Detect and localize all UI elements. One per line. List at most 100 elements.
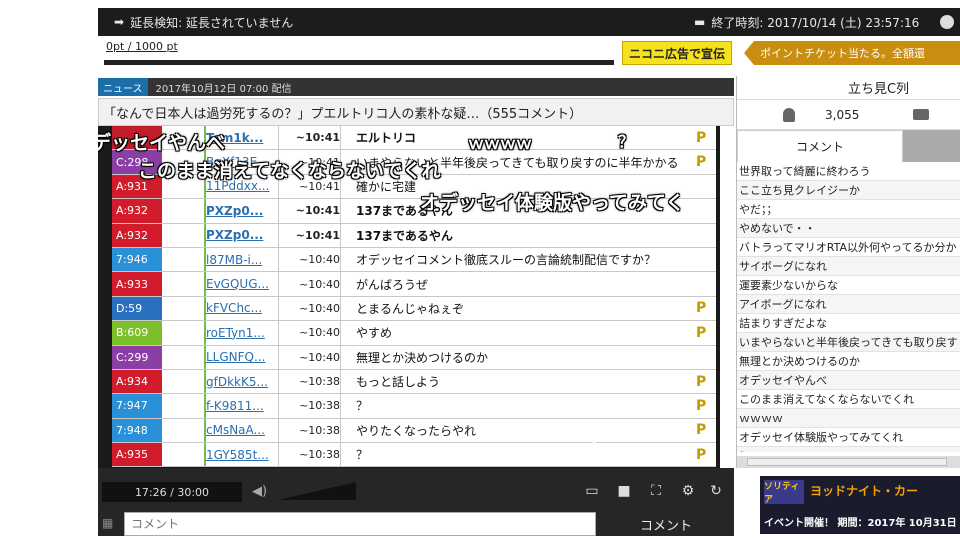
list-item[interactable]: サイボーグになれ: [737, 257, 960, 276]
row-divider: [204, 418, 206, 443]
comment-text: ？: [356, 448, 369, 463]
list-item[interactable]: いまやらないと半年後戻ってきても取り戻す: [737, 333, 960, 352]
comment-time: ~10:40: [299, 253, 340, 267]
comment-time: ~10:40: [299, 326, 340, 340]
viewer-count: 3,055: [825, 108, 860, 122]
user-id-link[interactable]: PXZp0...: [206, 204, 280, 218]
comment-text: オデッセイコメント徹底スルーの言論統制配信ですか？: [356, 253, 657, 268]
row-divider: [340, 394, 341, 418]
comment-time: ~10:40: [299, 277, 340, 291]
row-divider: [278, 418, 279, 443]
row-divider: [278, 443, 279, 467]
row-divider: [340, 247, 341, 272]
tab-comments[interactable]: コメント: [737, 130, 903, 162]
list-item[interactable]: ｗｗｗｗ: [737, 409, 960, 428]
row-divider: [278, 345, 279, 369]
room-badge: 7:946: [112, 247, 162, 272]
points-text[interactable]: 0pt / 1000 pt: [106, 40, 178, 53]
grid-icon[interactable]: ▦: [102, 516, 120, 530]
premium-p-icon: P: [696, 324, 707, 341]
comment-time: ~10:38: [299, 423, 340, 437]
list-item[interactable]: やめないで・・: [737, 219, 960, 238]
row-divider: [278, 296, 279, 321]
premium-p-icon: [696, 178, 710, 194]
list-item[interactable]: ここ立ち見クレイジーか: [737, 181, 960, 200]
user-id-link[interactable]: cMsNaA...: [206, 423, 280, 437]
list-item[interactable]: やだ；；: [737, 200, 960, 219]
list-item[interactable]: 世界取って綺麗に終わろう: [737, 162, 960, 181]
share-icon[interactable]: [940, 15, 954, 29]
event-banner[interactable]: ソリティア ヨッドナイト・カー イベント開催！ 期間：2017年 10月31日: [760, 476, 960, 534]
room-badge: A:934: [112, 369, 162, 394]
room-badge: A:932: [112, 199, 162, 223]
list-item[interactable]: このまま消えてなくならないでくれ: [737, 390, 960, 409]
video-player[interactable]: Tom1k... ~10:41 エルトリコ P C:298 BqXf13E... ~10:4…: [98, 126, 720, 468]
gear-icon[interactable]: ⚙: [678, 482, 698, 500]
nicoad-button[interactable]: ニコニ広告で宣伝: [622, 41, 732, 65]
user-id-link[interactable]: PXZp0...: [206, 228, 280, 242]
list-item[interactable]: アイボーグになれ: [737, 295, 960, 314]
user-id-link[interactable]: gfDkkK5...: [206, 375, 280, 389]
row-divider: [278, 321, 279, 345]
news-date: 2017年10月12日 07:00 配信: [155, 83, 292, 95]
reload-icon[interactable]: ↻: [706, 482, 726, 500]
app-root: ➡ 延長検知: 延長されていません ▬ 終了時刻: 2017/10/14 (土)…: [0, 0, 960, 540]
room-badge: 7:947: [112, 394, 162, 418]
row-divider: [204, 247, 206, 272]
row-divider: [340, 345, 341, 369]
row-divider: [340, 126, 341, 150]
row-divider: [340, 369, 341, 394]
premium-p-icon: [696, 203, 710, 219]
volume-slider[interactable]: [278, 482, 356, 500]
list-item[interactable]: ？: [737, 447, 960, 452]
list-item[interactable]: 無理とか決めつけるのか: [737, 352, 960, 371]
comment-submit-button[interactable]: コメント: [598, 512, 734, 536]
screen-mode-icon[interactable]: ■: [614, 482, 634, 500]
list-item[interactable]: オデッセイ体験版やってみてくれ: [737, 428, 960, 447]
speaker-icon[interactable]: ◀): [252, 484, 267, 499]
row-divider: [204, 199, 206, 223]
user-id-link[interactable]: 1GY585t...: [206, 448, 280, 462]
user-id-link[interactable]: LLGNFQ...: [206, 350, 280, 364]
banner-headline: ヨッドナイト・カー: [810, 484, 919, 498]
comment-text: もっと話しよう: [356, 375, 441, 390]
premium-p-icon: P: [696, 154, 707, 171]
scrollbar-thumb[interactable]: [747, 458, 947, 466]
panel-tabs: コメント: [737, 130, 960, 162]
list-item[interactable]: 詰まりすぎだよな: [737, 314, 960, 333]
list-item[interactable]: バトラってマリオRTA以外何やってるか分か: [737, 238, 960, 257]
end-time: ▬ 終了時刻: 2017/10/14 (土) 23:57:16: [694, 14, 919, 31]
extension-notice: ➡ 延長検知: 延長されていません: [114, 14, 293, 31]
horizontal-scrollbar[interactable]: [737, 456, 960, 468]
list-item[interactable]: 運要素少ないからな: [737, 276, 960, 295]
player-controls: 17:26 / 30:00 ◀) ▭ ■ ⛶ ⚙ ↻: [98, 468, 734, 510]
row-divider: [204, 272, 206, 296]
list-item[interactable]: オデッセイやんべ: [737, 371, 960, 390]
user-id-link[interactable]: EvGQUG...: [206, 277, 280, 291]
row-divider: [204, 443, 206, 467]
comment-list[interactable]: 世界取って綺麗に終わろう ここ立ち見クレイジーか やだ；； やめないで・・ バトラってマ…: [737, 162, 960, 452]
fullscreen-icon[interactable]: ⛶: [646, 482, 666, 500]
user-id-link[interactable]: kFVChc...: [206, 301, 280, 315]
row-divider: [340, 443, 341, 467]
row-divider: [204, 369, 206, 394]
user-id-link[interactable]: roETyn1...: [206, 326, 280, 340]
extension-notice-text: 延長検知: 延長されていません: [130, 15, 294, 30]
comment-toggle-icon[interactable]: ▭: [582, 482, 602, 500]
point-ticket-banner[interactable]: ポイントチケット当たる。全額還: [744, 41, 960, 65]
table-row: A:934 gfDkkK5... ~10:38 もっと話しよう P: [112, 369, 716, 395]
row-divider: [204, 296, 206, 321]
news-title[interactable]: 「なんで日本人は過労死するの？」プエルトリコ人の素朴な疑…（555コメント）: [98, 98, 734, 126]
user-id-link[interactable]: f-K9811...: [206, 399, 280, 413]
row-divider: [340, 223, 341, 247]
flow-comment: デッセイやんべ: [98, 132, 226, 154]
tab-other[interactable]: [903, 130, 960, 162]
user-id-link[interactable]: l87MB-i...: [206, 253, 280, 267]
comment-input[interactable]: [124, 512, 596, 536]
end-time-text: 終了時刻: 2017/10/14 (土) 23:57:16: [711, 15, 920, 30]
playback-time: 17:26 / 30:00: [102, 482, 242, 502]
table-row: D:59 kFVChc... ~10:40 とまるんじゃねぇぞ P: [112, 296, 716, 322]
row-divider: [204, 223, 206, 247]
seat-label: 立ち見C列: [737, 76, 960, 100]
row-divider: [278, 223, 279, 247]
